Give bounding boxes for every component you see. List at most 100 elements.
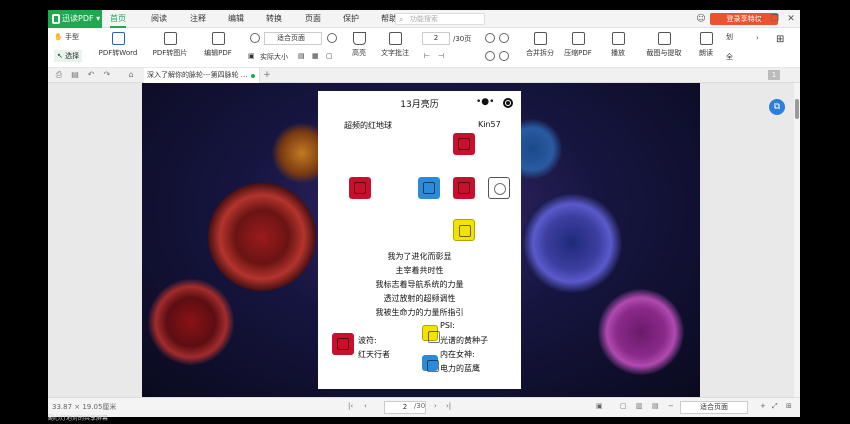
target-icon[interactable] bbox=[503, 98, 513, 108]
last-page-button[interactable]: ›| bbox=[446, 402, 451, 410]
vertical-scrollbar[interactable] bbox=[794, 83, 800, 397]
rotate-right-icon[interactable] bbox=[499, 51, 509, 61]
page-number-input[interactable]: 2 bbox=[422, 32, 450, 45]
card-subtitle: 超频的红地球 bbox=[344, 121, 392, 130]
select-tool[interactable]: ↖ 选择 bbox=[54, 50, 83, 62]
next-page-icon[interactable] bbox=[499, 33, 509, 43]
fit-page-icon[interactable]: ▦ bbox=[312, 52, 319, 60]
next-page-button[interactable]: › bbox=[434, 402, 437, 410]
menu-convert[interactable]: 转换 bbox=[266, 10, 282, 28]
page-size-readout: 33.87 × 19.05厘米 bbox=[52, 403, 117, 411]
document-tab[interactable]: 深入了解你的脉轮---第四脉轮 ... bbox=[144, 68, 260, 83]
affirmation-line-4: 透过放射的超频调性 bbox=[383, 294, 456, 303]
kin-card: 13月亮历 •●• 超频的红地球 Kin57 我为了进化而彰显 主宰着共时性 我… bbox=[318, 91, 521, 389]
actual-size-icon[interactable]: ▣ bbox=[248, 52, 255, 60]
undo-icon[interactable]: ↶ bbox=[86, 70, 96, 80]
print-icon[interactable]: ⎙ bbox=[54, 70, 64, 80]
prev-page-button[interactable]: ‹ bbox=[364, 402, 367, 410]
all-button[interactable]: 全 bbox=[726, 52, 733, 62]
more-chevron-icon[interactable]: › bbox=[756, 34, 759, 42]
compress-button[interactable]: 压缩PDF bbox=[560, 32, 596, 58]
rotate-left-icon[interactable] bbox=[485, 51, 495, 61]
guide-glyph-icon bbox=[453, 133, 475, 155]
first-page-button[interactable]: |‹ bbox=[348, 402, 353, 410]
redo-icon[interactable]: ↷ bbox=[102, 70, 112, 80]
throat-chakra-mandala bbox=[522, 193, 622, 293]
compress-label: 压缩PDF bbox=[564, 49, 592, 57]
affirmation-line-3: 我标志着导航系统的力量 bbox=[375, 280, 464, 289]
affirmation-line-2: 主宰着共时性 bbox=[395, 266, 444, 275]
select-label: 选择 bbox=[65, 52, 80, 60]
word-icon bbox=[111, 32, 125, 45]
more-dots-icon[interactable]: •●• bbox=[476, 97, 494, 107]
read-aloud-button[interactable]: 朗读 bbox=[694, 32, 718, 58]
text-note-button[interactable]: 文字批注 bbox=[378, 32, 412, 58]
continuous-icon[interactable]: ▤ bbox=[652, 402, 659, 410]
menu-read[interactable]: 阅读 bbox=[151, 10, 167, 28]
close-icon[interactable]: ✕ bbox=[784, 12, 798, 26]
app-logo[interactable]: 迅读PDF ▾ bbox=[48, 10, 102, 28]
first-page-icon[interactable]: ⊢ bbox=[424, 52, 430, 60]
sacral-chakra-mandala bbox=[208, 183, 316, 291]
minimize-icon[interactable]: — bbox=[752, 12, 766, 26]
last-page-icon[interactable]: ⊣ bbox=[438, 52, 444, 60]
hand-tool[interactable]: ✋ 手型 bbox=[54, 32, 79, 42]
pdf-to-word-label: PDF转Word bbox=[98, 49, 138, 57]
assistant-icon[interactable]: ⧉ bbox=[769, 99, 785, 115]
text-note-icon bbox=[388, 32, 402, 45]
menu-edit[interactable]: 编辑 bbox=[228, 10, 244, 28]
function-search-input[interactable]: ⌕ 功能搜索 bbox=[395, 13, 485, 25]
view-mode-icon[interactable]: ▣ bbox=[596, 402, 603, 410]
highlight-button[interactable]: 高亮 bbox=[346, 32, 372, 58]
main-glyph-icon bbox=[453, 177, 475, 199]
new-tab-button[interactable]: + bbox=[262, 70, 272, 80]
merge-split-button[interactable]: 合并拆分 bbox=[522, 32, 558, 58]
page-count-badge: 1 bbox=[768, 70, 780, 80]
menu-annotate[interactable]: 注释 bbox=[190, 10, 206, 28]
root-chakra-mandala bbox=[148, 279, 234, 365]
kin-number: Kin57 bbox=[478, 120, 501, 129]
edit-pdf-button[interactable]: 编辑PDF bbox=[198, 32, 238, 58]
fullscreen-icon[interactable]: ⤢ bbox=[772, 402, 778, 411]
analog-glyph-icon bbox=[418, 177, 440, 199]
play-button[interactable]: 播放 bbox=[604, 32, 632, 58]
scrollbar-thumb[interactable] bbox=[795, 99, 799, 119]
grid-icon[interactable]: ⊞ bbox=[786, 402, 792, 410]
goddess-glyph-icon bbox=[422, 355, 439, 372]
apps-icon[interactable]: ⊞ bbox=[776, 34, 784, 45]
rotate-icon[interactable]: ▢ bbox=[326, 52, 333, 60]
prev-page-icon[interactable] bbox=[485, 33, 495, 43]
zoom-in-icon[interactable] bbox=[327, 33, 337, 43]
zoom-in-status-icon[interactable]: + bbox=[760, 402, 766, 410]
save-icon[interactable]: ▤ bbox=[70, 70, 80, 80]
pdf-to-word-button[interactable]: PDF转Word bbox=[96, 32, 140, 58]
pdf-to-image-button[interactable]: PDF转图片 bbox=[148, 32, 192, 58]
menu-page[interactable]: 页面 bbox=[305, 10, 321, 28]
merge-label: 合并拆分 bbox=[526, 49, 554, 57]
menu-home[interactable]: 首页 bbox=[110, 10, 126, 28]
zoom-out-icon[interactable] bbox=[250, 33, 260, 43]
zoom-out-status-icon[interactable]: − bbox=[668, 402, 674, 410]
logo-icon bbox=[52, 14, 60, 24]
hand-label: 手型 bbox=[64, 33, 79, 41]
logo-caret-icon: ▾ bbox=[96, 14, 101, 23]
single-page-icon[interactable]: ▢ bbox=[620, 402, 627, 410]
wavespell-glyph-icon bbox=[332, 333, 354, 355]
double-page-icon[interactable]: ▥ bbox=[636, 402, 643, 410]
text-note-label: 文字批注 bbox=[381, 49, 409, 57]
status-zoom-select[interactable]: 适合页面 bbox=[680, 401, 748, 414]
strike-button[interactable]: 划 bbox=[726, 32, 733, 42]
menu-protect[interactable]: 保护 bbox=[343, 10, 359, 28]
capture-icon bbox=[657, 32, 671, 45]
fit-width-icon[interactable]: ▤ bbox=[298, 52, 305, 60]
menu-bar: 迅读PDF ▾ 首页 阅读 注释 编辑 转换 页面 保护 帮助 ⌕ 功能搜索 ☺… bbox=[48, 10, 800, 28]
actual-size-button[interactable]: 实际大小 bbox=[260, 52, 288, 62]
zoom-select[interactable]: 适合页面 bbox=[264, 32, 322, 45]
skin-icon[interactable]: ☺ bbox=[694, 12, 708, 26]
home-icon[interactable]: ⌂ bbox=[126, 70, 136, 80]
capture-button[interactable]: 截图与提取 bbox=[642, 32, 686, 58]
unsaved-dot-icon bbox=[251, 74, 255, 78]
logo-label: 迅读PDF bbox=[62, 14, 94, 23]
restore-icon[interactable]: ❐ bbox=[768, 12, 782, 26]
merge-icon bbox=[533, 32, 547, 45]
